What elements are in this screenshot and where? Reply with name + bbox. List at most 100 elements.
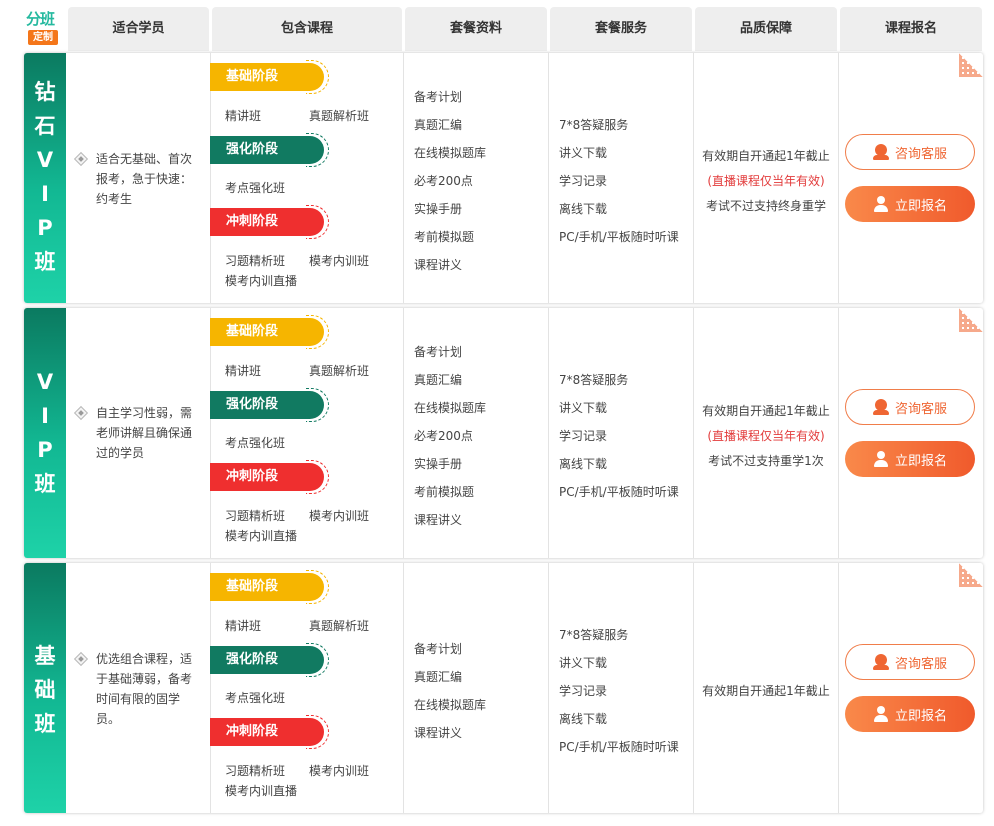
consult-button[interactable]: 咨询客服: [845, 389, 975, 425]
service-item: 学习记录: [559, 684, 608, 698]
stage-basic: 基础阶段: [210, 570, 329, 604]
package-title-char: 石: [34, 114, 56, 138]
material-item: 实操手册: [414, 202, 463, 216]
diamond-bullet-icon: [73, 405, 89, 421]
service-item: 学习记录: [559, 429, 608, 443]
signup-label: 立即报名: [894, 708, 947, 724]
consult-button[interactable]: 咨询客服: [845, 644, 975, 680]
course-item: 真题解析班: [309, 619, 370, 633]
material-item: 必考200点: [414, 174, 473, 188]
customer-service-icon: [872, 654, 889, 670]
customer-service-icon: [872, 399, 889, 415]
package-title-band: 钻 石 V I P 班: [24, 53, 66, 303]
material-item: 备考计划: [414, 345, 463, 359]
column-divider: [548, 53, 549, 303]
stage-basic: 基础阶段: [210, 315, 329, 349]
material-item: 在线模拟题库: [414, 698, 487, 712]
package-title-band: V I P 班: [24, 308, 66, 558]
service-item: 离线下载: [559, 457, 608, 471]
package-title-char: 班: [34, 472, 56, 496]
consult-button[interactable]: 咨询客服: [845, 134, 975, 170]
package-row-diamond-vip: 钻 石 V I P 班 适合无基础、首次报考，急于快速： 约考生 基础阶段 精讲…: [24, 53, 983, 303]
material-item: 在线模拟题库: [414, 401, 487, 415]
service-item: 离线下载: [559, 712, 608, 726]
material-item: 考前模拟题: [414, 485, 475, 499]
course-item: 精讲班: [225, 109, 262, 123]
consult-label: 咨询客服: [894, 146, 947, 162]
signup-button[interactable]: 立即报名: [845, 186, 975, 222]
course-item: 模考内训直播: [225, 274, 298, 288]
course-item: 考点强化班: [225, 436, 286, 450]
service-item: 讲义下载: [559, 146, 608, 160]
header-materials: 套餐资料: [405, 7, 547, 51]
column-divider: [838, 308, 839, 558]
material-item: 考前模拟题: [414, 230, 475, 244]
quality-live-note: (直播课程仅当年有效): [707, 174, 825, 188]
material-item: 真题汇编: [414, 373, 463, 387]
package-title-char: V: [36, 148, 54, 172]
quality-validity: 有效期自开通起1年截止: [702, 684, 830, 698]
material-item: 实操手册: [414, 457, 463, 471]
consult-label: 咨询客服: [894, 656, 947, 672]
service-item: 学习记录: [559, 174, 608, 188]
package-title-char: P: [37, 216, 53, 240]
header-services: 套餐服务: [550, 7, 692, 51]
service-item: 7*8答疑服务: [559, 628, 629, 642]
package-row-basic: 基 础 班 优选组合课程，适于基础薄弱，备考时间有限的固学员。 基础阶段 精讲班…: [24, 563, 983, 813]
service-item: 讲义下载: [559, 401, 608, 415]
service-item: PC/手机/平板随时听课: [559, 485, 679, 499]
qr-corner-icon[interactable]: [959, 563, 983, 587]
column-divider: [548, 563, 549, 813]
material-item: 课程讲义: [414, 726, 463, 740]
service-item: PC/手机/平板随时听课: [559, 740, 679, 754]
quality-guarantee: 考试不过支持重学1次: [708, 454, 824, 468]
customer-service-icon: [872, 144, 889, 160]
course-item: 习题精析班: [225, 764, 286, 778]
course-item: 考点强化班: [225, 691, 286, 705]
qr-corner-icon[interactable]: [959, 308, 983, 332]
suitable-students: 适合无基础、首次报考，急于快速： 约考生: [73, 149, 212, 209]
service-item: 离线下载: [559, 202, 608, 216]
package-title-char: 钻: [34, 80, 56, 104]
qr-corner-icon[interactable]: [959, 53, 983, 77]
package-title-char: 础: [34, 678, 56, 702]
column-divider: [548, 308, 549, 558]
package-row-vip: V I P 班 自主学习性弱，需老师讲解且确保通过的学员 基础阶段 精讲班 真题…: [24, 308, 983, 558]
column-divider: [403, 53, 404, 303]
material-item: 课程讲义: [414, 513, 463, 527]
stage-sprint: 冲刺阶段: [210, 715, 329, 749]
stage-strong: 强化阶段: [210, 133, 329, 167]
quality-validity: 有效期自开通起1年截止: [702, 404, 830, 418]
signup-label: 立即报名: [894, 198, 947, 214]
diamond-bullet-icon: [73, 651, 89, 667]
header-suitable: 适合学员: [68, 7, 209, 51]
course-item: 模考内训直播: [225, 784, 298, 798]
package-title-char: P: [37, 438, 53, 462]
header-signup: 课程报名: [840, 7, 982, 51]
material-item: 在线模拟题库: [414, 146, 487, 160]
header-courses: 包含课程: [212, 7, 402, 51]
logo-text-main: 分班: [26, 10, 55, 28]
course-item: 模考内训班: [309, 764, 370, 778]
package-title-char: 班: [34, 712, 56, 736]
suitable-students: 优选组合课程，适于基础薄弱，备考时间有限的固学员。: [73, 649, 212, 729]
course-item: 精讲班: [225, 364, 262, 378]
package-title-char: I: [41, 404, 49, 428]
course-item: 考点强化班: [225, 181, 286, 195]
stage-strong: 强化阶段: [210, 643, 329, 677]
course-item: 模考内训班: [309, 509, 370, 523]
service-item: PC/手机/平板随时听课: [559, 230, 679, 244]
package-title-char: 基: [34, 644, 56, 668]
course-item: 真题解析班: [309, 109, 370, 123]
user-icon: [873, 451, 889, 467]
material-item: 课程讲义: [414, 258, 463, 272]
signup-button[interactable]: 立即报名: [845, 696, 975, 732]
suitable-students: 自主学习性弱，需老师讲解且确保通过的学员: [73, 403, 212, 463]
course-item: 习题精析班: [225, 509, 286, 523]
quality-guarantee: 考试不过支持终身重学: [705, 199, 826, 213]
signup-button[interactable]: 立即报名: [845, 441, 975, 477]
stage-sprint: 冲刺阶段: [210, 460, 329, 494]
suitable-text: 自主学习性弱，需老师讲解且确保通过的学员: [96, 406, 193, 460]
stage-basic: 基础阶段: [210, 60, 329, 94]
column-divider: [838, 563, 839, 813]
